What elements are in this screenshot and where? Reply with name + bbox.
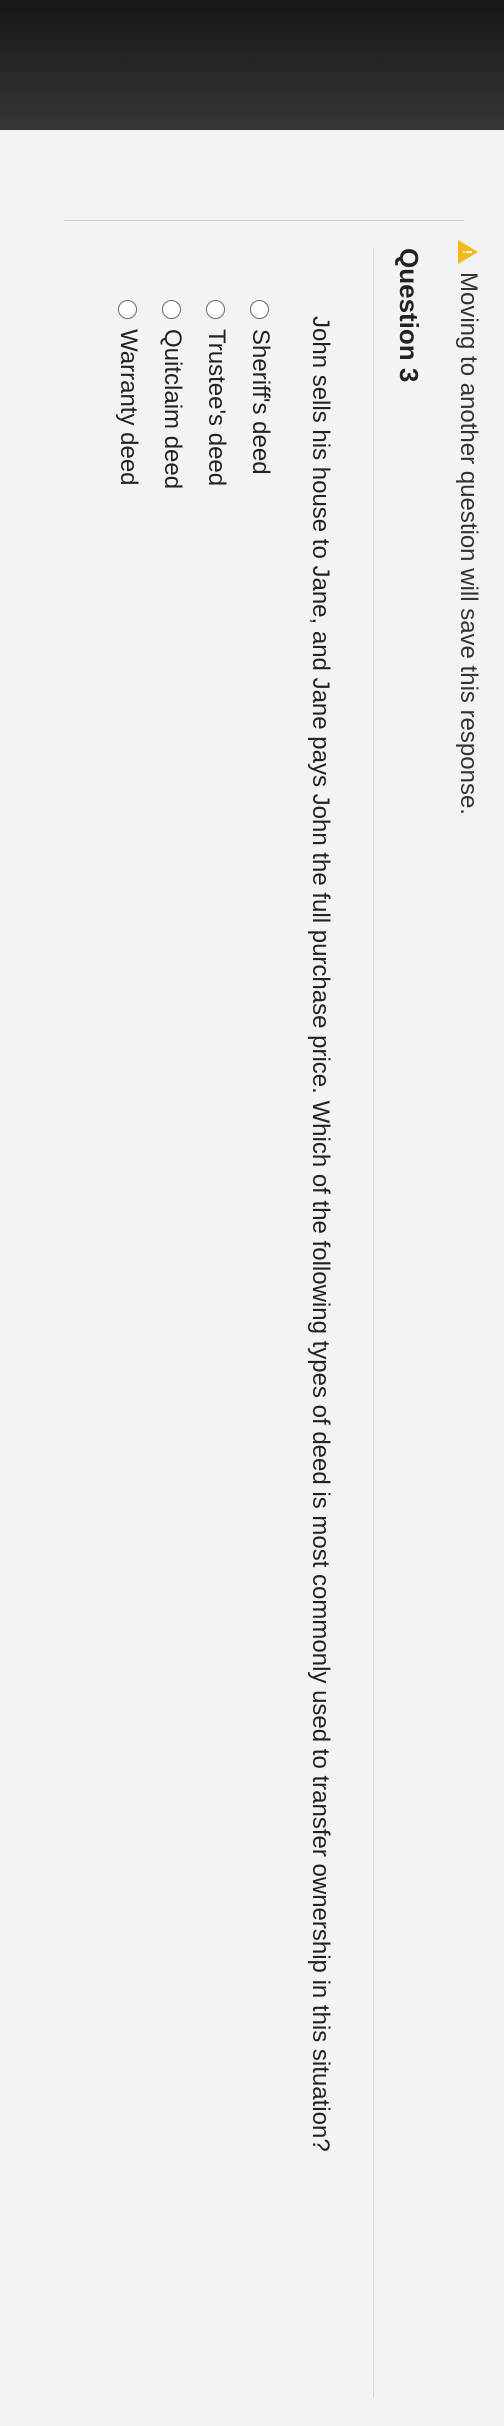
radio-button[interactable] [250,300,270,319]
question-divider [373,248,374,2398]
frame-border [64,220,464,241]
question-title: Question 3 [394,248,424,383]
radio-button[interactable] [206,300,226,319]
option-label: Warranty deed [115,329,142,486]
rotated-content: ! Moving to another question will save t… [0,130,504,2426]
save-warning-text: Moving to another question will save thi… [455,272,482,815]
radio-button[interactable] [118,300,138,319]
warning-icon: ! [458,240,478,264]
question-text: John sells his house to Jane, and Jane p… [307,316,334,2152]
option-label: Quitclaim deed [159,329,186,490]
radio-button[interactable] [162,300,182,319]
quiz-page: ! Moving to another question will save t… [0,130,504,2426]
option-label: Sheriff's deed [247,329,274,475]
answer-options: Sheriff's deed Trustee's deed Quitclaim … [106,300,282,489]
monitor-bezel [0,0,504,150]
option-label: Trustee's deed [203,329,230,487]
save-warning: ! Moving to another question will save t… [454,240,482,815]
option-sheriffs-deed[interactable]: Sheriff's deed [238,300,282,489]
option-quitclaim-deed[interactable]: Quitclaim deed [150,300,194,489]
option-warranty-deed[interactable]: Warranty deed [106,300,150,489]
option-trustees-deed[interactable]: Trustee's deed [194,300,238,489]
